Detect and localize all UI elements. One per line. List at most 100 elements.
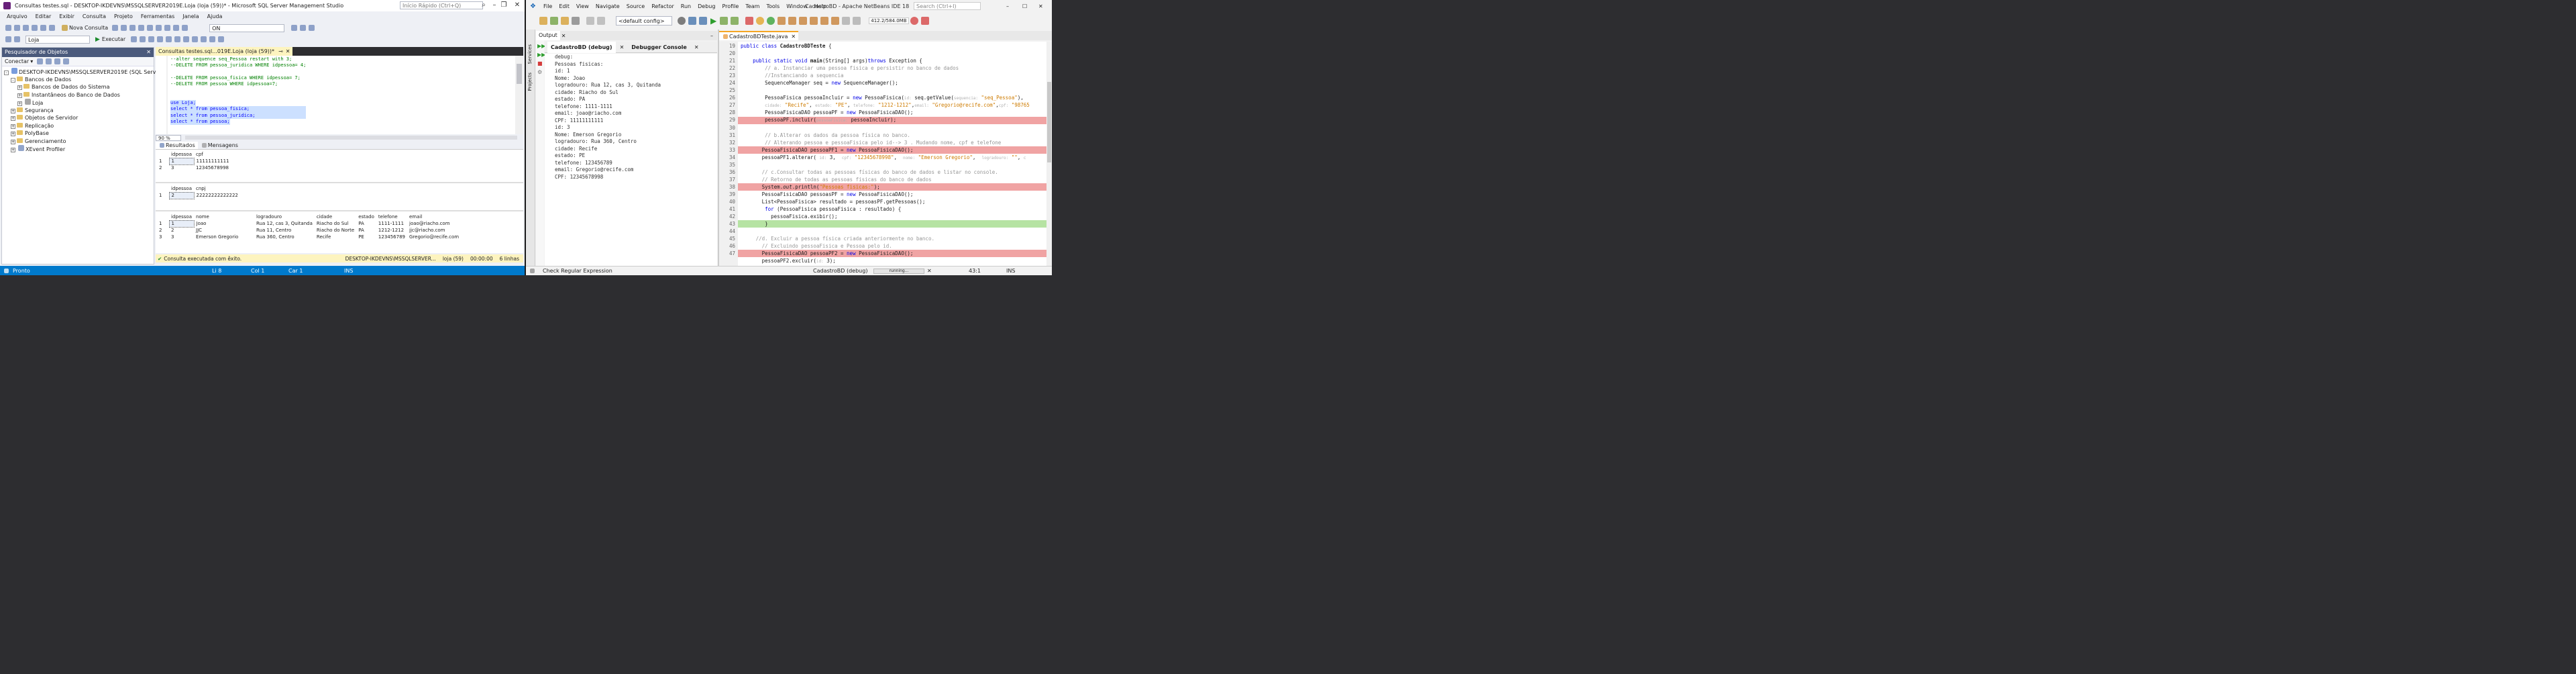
result-grid-3[interactable]: idpessoa nome logradouro cidade estado t…: [157, 213, 461, 240]
tree-server[interactable]: - DESKTOP-IKDEVNS\MSSQLSERVER2019E (SQL S…: [4, 68, 191, 76]
table-row[interactable]: 33 Emerson Gregorio Rua 360, Centro Recif…: [157, 234, 461, 240]
apply-changes-icon[interactable]: [820, 17, 829, 25]
column-header[interactable]: telefone: [376, 213, 407, 220]
tree-system-databases[interactable]: + Bancos de Dados do Sistema: [4, 83, 154, 91]
toolbox-icon[interactable]: [300, 25, 307, 31]
on-combo[interactable]: ON: [209, 23, 285, 32]
db-query-icon[interactable]: [112, 25, 119, 31]
new-query-button[interactable]: Nova Consulta: [60, 25, 108, 31]
menu-profile[interactable]: Profile: [722, 3, 739, 9]
open-project-icon[interactable]: [561, 17, 569, 25]
build-icon[interactable]: [688, 17, 696, 25]
undo-icon[interactable]: [173, 25, 180, 31]
zoom-combo[interactable]: 90 %: [156, 134, 181, 141]
editor-vscroll[interactable]: [515, 56, 523, 134]
close-button[interactable]: ✕: [1038, 3, 1043, 9]
table-row[interactable]: 22 JJC Rua 11, Centro Riacho do Norte PA 1…: [157, 227, 461, 234]
column-header[interactable]: idpessoa: [169, 213, 194, 220]
java-file-tab[interactable]: CadastroBDTeste.java ✕: [719, 31, 799, 40]
maximize-button[interactable]: ☐: [1022, 3, 1027, 9]
results-grid-icon[interactable]: [174, 36, 181, 42]
intellisense-icon[interactable]: [157, 36, 164, 42]
pin-tab-icon[interactable]: ⊸: [278, 48, 283, 54]
menu-edit[interactable]: Edit: [559, 3, 570, 9]
connect-button[interactable]: Conectar: [5, 58, 29, 64]
column-header[interactable]: idpessoa: [169, 151, 194, 158]
result-grid-2[interactable]: idpessoa cnpj 1 2 22222222222222: [157, 185, 240, 199]
column-header[interactable]: nome: [194, 213, 254, 220]
menu-refactor[interactable]: Refactor: [651, 3, 674, 9]
close-output-icon[interactable]: ✕: [561, 33, 566, 39]
properties-icon[interactable]: [291, 25, 298, 31]
redo-icon[interactable]: [597, 17, 605, 25]
uncomment-icon[interactable]: [201, 36, 207, 42]
collapse-icon[interactable]: -: [4, 70, 9, 75]
quick-launch-input[interactable]: Início Rápido (Ctrl+Q): [400, 1, 483, 9]
column-header[interactable]: email: [407, 213, 461, 220]
estimated-plan-icon[interactable]: [148, 36, 155, 42]
expand-icon[interactable]: +: [11, 132, 15, 136]
menu-file[interactable]: File: [543, 3, 552, 9]
messages-tab[interactable]: Mensagens: [198, 142, 241, 149]
take-snapshot-icon[interactable]: [831, 17, 840, 25]
tree-polybase[interactable]: + PolyBase: [4, 130, 154, 138]
stop-icon[interactable]: [46, 58, 52, 64]
database-combo[interactable]: Loja: [25, 35, 90, 44]
settings-icon[interactable]: ⚙: [537, 69, 543, 75]
save-icon[interactable]: [40, 25, 46, 31]
toggle-icon[interactable]: [853, 17, 861, 25]
services-tab[interactable]: Services: [527, 44, 533, 64]
output-tab-debugger-console[interactable]: Debugger Console: [628, 44, 690, 50]
expand-icon[interactable]: +: [17, 93, 22, 98]
connect-dropdown-icon[interactable]: ▾: [30, 58, 33, 64]
expand-icon[interactable]: +: [11, 148, 15, 152]
tree-replication[interactable]: + Replicação: [4, 122, 154, 130]
menu-navigate[interactable]: Navigate: [596, 3, 620, 9]
notification-icon[interactable]: [530, 269, 535, 273]
step-out-icon[interactable]: [799, 17, 808, 25]
menu-window[interactable]: Window: [786, 3, 808, 9]
tree-management[interactable]: + Gerenciamento: [4, 138, 154, 146]
pin-icon[interactable]: [14, 36, 20, 42]
java-editor[interactable]: public class CadastroBDTeste { public st…: [738, 42, 1046, 266]
forward-icon[interactable]: [14, 25, 20, 31]
menu-editar[interactable]: Editar: [36, 11, 52, 21]
open-icon[interactable]: [32, 25, 38, 31]
results-tab[interactable]: Resultados: [156, 142, 198, 149]
rerun-icon[interactable]: ▶▶: [537, 43, 545, 49]
save-all-icon[interactable]: [49, 25, 55, 31]
expand-icon[interactable]: +: [17, 101, 22, 106]
close-tab-icon[interactable]: ✕: [286, 48, 290, 54]
menu-view[interactable]: View: [576, 3, 589, 9]
finish-debug-icon[interactable]: [745, 17, 754, 25]
filter-icon[interactable]: [5, 36, 11, 42]
restore-button[interactable]: ❐: [496, 0, 511, 11]
debug-icon[interactable]: [720, 17, 729, 25]
indent-icon[interactable]: [209, 36, 216, 42]
grid-splitter[interactable]: [156, 210, 523, 211]
new-project-icon[interactable]: [23, 25, 29, 31]
profile-icon[interactable]: [731, 17, 739, 25]
editor-hscroll[interactable]: [185, 136, 517, 140]
step-over-icon[interactable]: [777, 17, 786, 25]
continue-icon[interactable]: [767, 17, 775, 25]
close-tab-icon[interactable]: ✕: [694, 44, 699, 50]
table-row[interactable]: 1 2 22222222222222: [157, 191, 240, 199]
scroll-thumb[interactable]: [517, 64, 522, 84]
menu-run[interactable]: Run: [681, 3, 691, 9]
gc-icon[interactable]: [910, 17, 918, 25]
minimize-button[interactable]: –: [1006, 3, 1009, 9]
column-header[interactable]: cpf: [194, 151, 231, 158]
expand-icon[interactable]: +: [11, 124, 15, 129]
expand-icon[interactable]: +: [11, 139, 15, 144]
redo-icon[interactable]: [182, 25, 189, 31]
table-row[interactable]: 2 3 12345678998: [157, 164, 231, 171]
close-button[interactable]: ✕: [510, 0, 525, 11]
parse-icon[interactable]: [140, 36, 146, 42]
check-regex-label[interactable]: Check Regular Expression: [543, 268, 612, 274]
tree-snapshots[interactable]: + Instantâneos do Banco de Dados: [4, 91, 154, 99]
column-header[interactable]: estado: [356, 213, 376, 220]
dmx-icon[interactable]: [129, 25, 136, 31]
memory-indicator[interactable]: 412.2/584.0MB: [869, 17, 909, 24]
expand-icon[interactable]: +: [11, 108, 15, 113]
